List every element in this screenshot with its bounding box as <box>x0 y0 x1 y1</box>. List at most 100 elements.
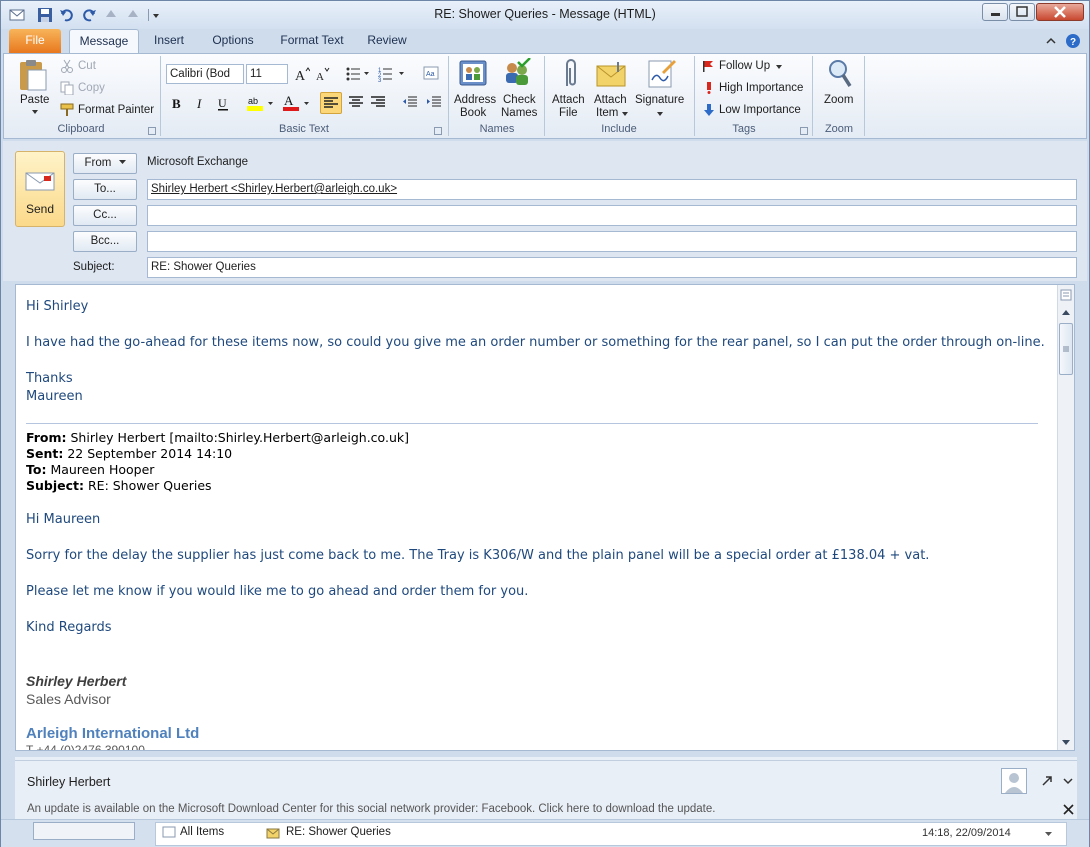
people-pane-divider[interactable] <box>15 757 1077 761</box>
to-recipient[interactable]: Shirley Herbert <Shirley.Herbert@arleigh… <box>151 183 397 195</box>
from-button[interactable]: From <box>73 153 137 174</box>
align-right-icon[interactable] <box>370 94 386 110</box>
address-book-icon[interactable] <box>458 58 488 88</box>
highlight-color-icon[interactable]: ab <box>246 94 276 112</box>
scroll-down-icon[interactable] <box>1061 739 1071 747</box>
tab-file[interactable]: File <box>9 29 61 53</box>
bold-icon[interactable]: B <box>170 96 184 110</box>
message-body[interactable]: Hi Shirley I have had the go-ahead for t… <box>15 284 1075 751</box>
quote-sent-value: 22 September 2014 14:10 <box>67 446 233 461</box>
underline-icon[interactable]: U <box>216 96 230 112</box>
check-names-label-1[interactable]: Check <box>503 94 536 106</box>
attach-item-dropdown-icon[interactable] <box>621 111 629 117</box>
increase-indent-icon[interactable] <box>426 94 442 110</box>
attach-file-label-1[interactable]: Attach <box>552 94 585 106</box>
follow-up-dropdown-icon[interactable] <box>775 64 783 70</box>
vertical-scrollbar[interactable] <box>1057 285 1074 750</box>
to-button[interactable]: To... <box>73 179 137 200</box>
collapse-ribbon-icon[interactable] <box>1045 35 1057 47</box>
check-names-label-2[interactable]: Names <box>501 107 537 119</box>
italic-icon[interactable]: I <box>194 96 208 110</box>
font-name-combo[interactable]: Calibri (Bod <box>166 64 244 84</box>
align-left-icon[interactable] <box>320 92 342 114</box>
attach-item-label-1[interactable]: Attach <box>594 94 627 106</box>
grow-font-icon[interactable]: A <box>294 66 310 82</box>
svg-text:U: U <box>218 96 227 110</box>
attach-item-label-2[interactable]: Item <box>596 107 618 119</box>
all-items-label[interactable]: All Items <box>180 826 224 838</box>
svg-text:ab: ab <box>248 96 258 106</box>
close-button[interactable] <box>1036 3 1084 21</box>
tags-launcher-icon[interactable] <box>800 127 808 135</box>
signature-dropdown-icon[interactable] <box>656 111 664 117</box>
styles-icon[interactable]: Aa <box>422 66 440 82</box>
address-book-label-1[interactable]: Address <box>454 94 496 106</box>
send-envelope-icon <box>25 172 55 192</box>
cc-field[interactable] <box>147 205 1077 226</box>
pane-options-chevron-icon[interactable] <box>1063 777 1073 785</box>
font-size-combo[interactable]: 11 <box>246 64 288 84</box>
low-importance-label[interactable]: Low Importance <box>719 104 801 116</box>
high-importance-icon[interactable] <box>704 82 714 94</box>
svg-text:I: I <box>196 96 202 110</box>
align-center-icon[interactable] <box>348 94 364 110</box>
paste-dropdown-icon[interactable] <box>31 109 39 115</box>
format-painter-icon[interactable] <box>60 103 74 117</box>
bcc-field[interactable] <box>147 231 1077 252</box>
clipboard-launcher-icon[interactable] <box>148 127 156 135</box>
contact-avatar[interactable] <box>1001 768 1027 794</box>
follow-up-label[interactable]: Follow Up <box>719 60 770 72</box>
item-strip[interactable]: All Items RE: Shower Queries 14:18, 22/0… <box>155 822 1067 846</box>
copy-label[interactable]: Copy <box>78 82 105 94</box>
scroll-up-icon[interactable] <box>1061 309 1071 317</box>
strip-dropdown-icon[interactable] <box>1044 831 1053 837</box>
cut-label[interactable]: Cut <box>78 60 96 72</box>
status-panel <box>33 822 135 840</box>
basic-text-launcher-icon[interactable] <box>434 127 442 135</box>
address-book-label-2[interactable]: Book <box>460 107 486 119</box>
format-painter-label[interactable]: Format Painter <box>78 104 154 116</box>
send-button[interactable]: Send <box>15 151 65 227</box>
to-field[interactable]: Shirley Herbert <Shirley.Herbert@arleigh… <box>147 179 1077 200</box>
numbering-icon[interactable]: 123 <box>378 66 406 82</box>
subject-field[interactable]: RE: Shower Queries <box>147 257 1077 278</box>
attach-file-label-2[interactable]: File <box>559 107 578 119</box>
from-label: From <box>84 157 112 169</box>
zoom-icon[interactable] <box>826 58 854 90</box>
cut-icon[interactable] <box>60 59 74 73</box>
signature-label[interactable]: Signature <box>635 94 684 106</box>
font-color-icon[interactable]: A <box>282 94 312 112</box>
help-icon[interactable]: ? <box>1065 33 1081 49</box>
tab-options[interactable]: Options <box>203 29 263 53</box>
shrink-font-icon[interactable]: A <box>314 66 330 82</box>
signature-phone: T +44 (0)2476 390100 <box>26 743 145 751</box>
zoom-label[interactable]: Zoom <box>824 94 853 106</box>
copy-icon[interactable] <box>60 81 74 95</box>
paste-label[interactable]: Paste <box>20 94 49 106</box>
tab-message[interactable]: Message <box>69 29 139 53</box>
expand-pane-icon[interactable] <box>1041 775 1053 787</box>
scroll-thumb[interactable] <box>1059 323 1073 375</box>
paste-icon[interactable] <box>16 58 50 92</box>
message-label[interactable]: RE: Shower Queries <box>286 826 391 838</box>
attach-file-icon[interactable] <box>560 58 580 90</box>
minimize-button[interactable] <box>982 3 1008 21</box>
low-importance-icon[interactable] <box>703 104 715 116</box>
update-notice[interactable]: An update is available on the Microsoft … <box>27 803 715 815</box>
maximize-button[interactable] <box>1009 3 1035 21</box>
high-importance-label[interactable]: High Importance <box>719 82 803 94</box>
bcc-button[interactable]: Bcc... <box>73 231 137 252</box>
attach-item-icon[interactable] <box>596 60 626 88</box>
bullets-icon[interactable] <box>346 66 370 82</box>
check-names-icon[interactable] <box>502 58 532 88</box>
signature-icon[interactable] <box>646 58 676 90</box>
people-pane-name[interactable]: Shirley Herbert <box>27 775 110 789</box>
tab-format-text[interactable]: Format Text <box>275 29 349 53</box>
tab-insert[interactable]: Insert <box>145 29 193 53</box>
dismiss-notice-icon[interactable] <box>1063 804 1074 815</box>
tab-review[interactable]: Review <box>361 29 413 53</box>
view-ruler-icon[interactable] <box>1060 289 1072 301</box>
flag-icon[interactable] <box>702 60 714 72</box>
cc-button[interactable]: Cc... <box>73 205 137 226</box>
decrease-indent-icon[interactable] <box>402 94 418 110</box>
